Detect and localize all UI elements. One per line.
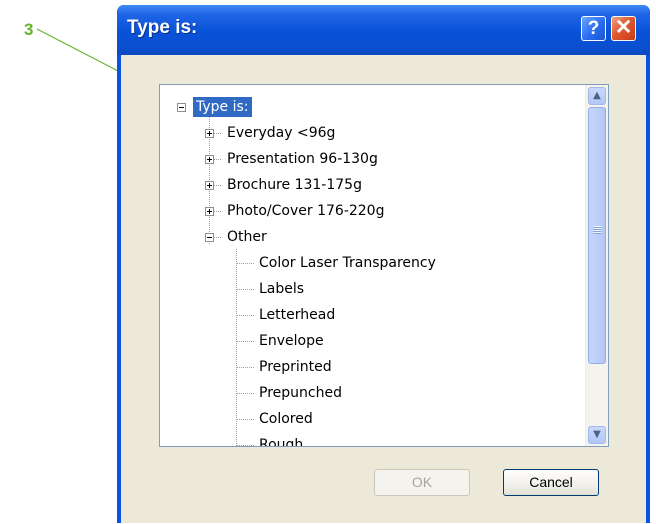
tree-root-item[interactable]: Type is: xyxy=(160,94,360,120)
collapse-minus-icon[interactable] xyxy=(205,233,214,242)
tree-child-item[interactable]: Envelope xyxy=(160,328,580,354)
cancel-button[interactable]: Cancel xyxy=(503,469,599,496)
tree-child-item[interactable]: Prepunched xyxy=(160,380,580,406)
tree-rows: Type is: Everyday <96g Presentation 96-1… xyxy=(160,85,586,446)
tree-child-label[interactable]: Letterhead xyxy=(259,302,335,328)
type-is-dialog: Type is: ? ✕ Type is: Everyday <96g Pres… xyxy=(117,5,650,523)
tree-child-label[interactable]: Colored xyxy=(259,406,313,432)
tree-item-label[interactable]: Brochure 131-175g xyxy=(227,172,362,198)
tree-child-label[interactable]: Color Laser Transparency xyxy=(259,250,436,276)
tree-item-label[interactable]: Photo/Cover 176-220g xyxy=(227,198,384,224)
tree-item[interactable]: Presentation 96-130g xyxy=(160,146,460,172)
tree-child-item[interactable]: Preprinted xyxy=(160,354,580,380)
collapse-minus-icon[interactable] xyxy=(177,103,186,112)
close-button[interactable]: ✕ xyxy=(611,16,636,41)
tree-child-item[interactable]: Letterhead xyxy=(160,302,580,328)
tree-item-label[interactable]: Other xyxy=(227,224,267,250)
tree-item[interactable]: Brochure 131-175g xyxy=(160,172,460,198)
tree-root-label[interactable]: Type is: xyxy=(193,97,252,117)
vertical-scrollbar[interactable]: ▲ ▼ xyxy=(585,85,608,446)
tree-child-label[interactable]: Prepunched xyxy=(259,380,342,406)
scrollbar-grip-icon xyxy=(593,226,601,234)
tree-child-item[interactable]: Rough xyxy=(160,432,580,446)
dialog-body: Type is: Everyday <96g Presentation 96-1… xyxy=(121,55,646,523)
expand-plus-icon[interactable] xyxy=(205,207,214,216)
tree-item-label[interactable]: Everyday <96g xyxy=(227,120,335,146)
tree-child-label[interactable]: Rough xyxy=(259,432,303,446)
callout-number: 3 xyxy=(24,20,34,39)
help-button[interactable]: ? xyxy=(581,16,606,41)
scroll-down-arrow-icon[interactable]: ▼ xyxy=(588,426,606,444)
tree-item[interactable]: Everyday <96g xyxy=(160,120,460,146)
tree-child-label[interactable]: Preprinted xyxy=(259,354,332,380)
dialog-title: Type is: xyxy=(127,17,198,38)
tree-child-item[interactable]: Colored xyxy=(160,406,580,432)
tree-child-label[interactable]: Envelope xyxy=(259,328,324,354)
tree-child-label[interactable]: Labels xyxy=(259,276,304,302)
ok-button[interactable]: OK xyxy=(374,469,470,496)
expand-plus-icon[interactable] xyxy=(205,181,214,190)
scrollbar-thumb[interactable] xyxy=(588,107,606,364)
title-bar[interactable]: Type is: ? ✕ xyxy=(117,5,650,55)
expand-plus-icon[interactable] xyxy=(205,155,214,164)
tree-child-item[interactable]: Labels xyxy=(160,276,580,302)
scroll-up-arrow-icon[interactable]: ▲ xyxy=(588,87,606,105)
tree-item-label[interactable]: Presentation 96-130g xyxy=(227,146,378,172)
tree-item[interactable]: Photo/Cover 176-220g xyxy=(160,198,460,224)
tree-child-item[interactable]: Color Laser Transparency xyxy=(160,250,580,276)
tree-view[interactable]: Type is: Everyday <96g Presentation 96-1… xyxy=(159,84,609,447)
tree-item-other[interactable]: Other xyxy=(160,224,460,250)
expand-plus-icon[interactable] xyxy=(205,129,214,138)
